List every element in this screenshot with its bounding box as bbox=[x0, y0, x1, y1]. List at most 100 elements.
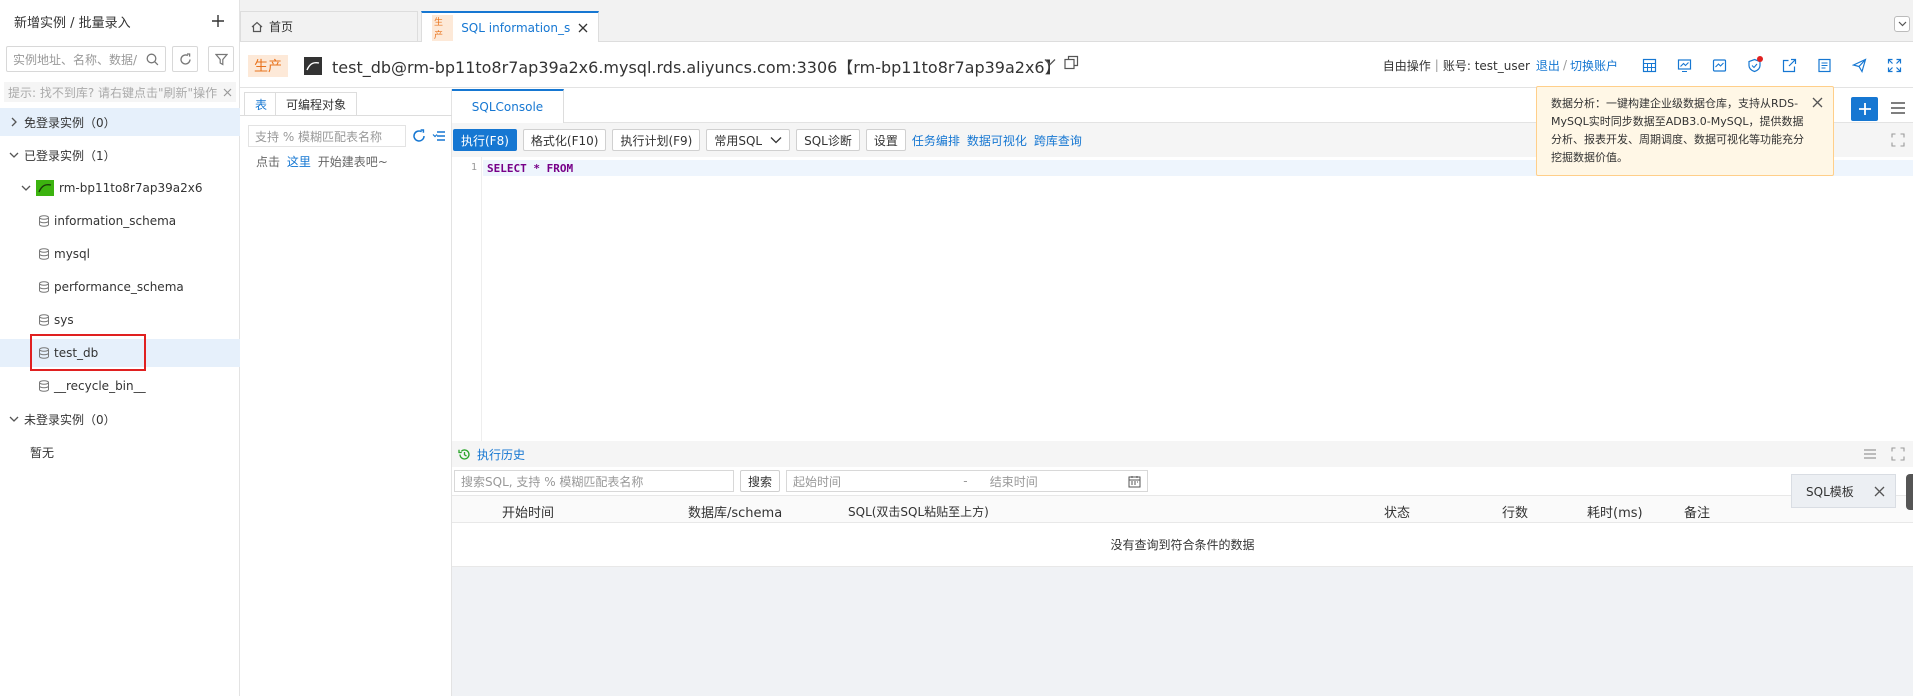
monitor-chart-icon[interactable] bbox=[1675, 56, 1693, 74]
tree-instance[interactable]: rm-bp11to8r7ap39a2x6 bbox=[0, 174, 240, 202]
filter-button[interactable] bbox=[208, 46, 234, 72]
side-drawer-handle[interactable] bbox=[1906, 474, 1913, 510]
db-label: __recycle_bin__ bbox=[54, 379, 146, 393]
tree-db-item[interactable]: sys bbox=[0, 306, 240, 334]
add-console-button[interactable] bbox=[1851, 97, 1878, 121]
tree-group-label: 免登录实例（0） bbox=[24, 115, 116, 130]
divider: / bbox=[1562, 58, 1567, 72]
home-icon bbox=[251, 21, 263, 33]
calculator-icon[interactable] bbox=[1640, 56, 1658, 74]
expand-icon[interactable] bbox=[1891, 447, 1905, 461]
tab-label: SQL information_scl bbox=[461, 20, 570, 35]
data-visualization-link[interactable]: 数据可视化 bbox=[967, 132, 1027, 149]
trend-icon[interactable] bbox=[1710, 56, 1728, 74]
history-icon bbox=[458, 448, 471, 461]
history-filters: 搜索SQL, 支持 % 模糊匹配表名称 搜索 起始时间 - 结束时间 bbox=[452, 467, 1913, 495]
search-icon[interactable] bbox=[146, 53, 159, 66]
table-search-input[interactable]: 支持 % 模糊匹配表名称 bbox=[248, 125, 406, 147]
sql-editor[interactable]: 1 SELECT * FROM bbox=[452, 157, 1913, 441]
common-sql-dropdown[interactable]: 常用SQL bbox=[706, 129, 791, 151]
hint-text: 开始建表吧~ bbox=[317, 155, 388, 169]
close-icon[interactable] bbox=[1874, 486, 1885, 497]
search-placeholder: 支持 % 模糊匹配表名称 bbox=[255, 129, 383, 144]
sql-diagnose-button[interactable]: SQL诊断 bbox=[796, 129, 860, 151]
tree-group-label: 未登录实例（0） bbox=[24, 412, 116, 427]
explain-plan-button[interactable]: 执行计划(F9) bbox=[612, 129, 701, 151]
create-table-link[interactable]: 这里 bbox=[287, 155, 311, 169]
dropdown-label: 常用SQL bbox=[714, 133, 763, 148]
tab-sqlconsole[interactable]: SQLConsole bbox=[452, 89, 564, 123]
history-search-input[interactable]: 搜索SQL, 支持 % 模糊匹配表名称 bbox=[454, 470, 734, 492]
send-icon[interactable] bbox=[1850, 56, 1868, 74]
tree-db-item[interactable]: __recycle_bin__ bbox=[0, 372, 240, 400]
empty-state: 没有查询到符合条件的数据 bbox=[452, 523, 1913, 567]
connection-header: 生产 test_db@rm-bp11to8r7ap39a2x6.mysql.rd… bbox=[240, 42, 1913, 88]
tab-home[interactable]: 首页 bbox=[240, 11, 418, 41]
menu-icon[interactable] bbox=[1890, 100, 1906, 116]
menu-icon[interactable] bbox=[1863, 447, 1877, 461]
tab-sql-console[interactable]: 生产 SQL information_scl bbox=[421, 11, 599, 42]
search-placeholder: 实例地址、名称、数据/ bbox=[13, 52, 138, 67]
settings-button[interactable]: 设置 bbox=[865, 129, 906, 151]
plus-icon[interactable] bbox=[211, 14, 225, 28]
hint-text: 点击 bbox=[256, 155, 281, 169]
tree-db-item[interactable]: performance_schema bbox=[0, 273, 240, 301]
close-icon[interactable] bbox=[578, 23, 588, 33]
cross-db-query-link[interactable]: 跨库查询 bbox=[1034, 132, 1082, 149]
execute-button[interactable]: 执行(F8) bbox=[453, 129, 517, 151]
expand-icon[interactable] bbox=[1891, 133, 1905, 147]
tree-group-free-login[interactable]: 免登录实例（0） bbox=[0, 108, 240, 136]
history-title[interactable]: 执行历史 bbox=[477, 446, 525, 463]
list-filter-icon[interactable] bbox=[432, 129, 446, 143]
security-icon[interactable] bbox=[1745, 56, 1763, 74]
end-time: 结束时间 bbox=[989, 474, 1038, 489]
tab-menu-button[interactable] bbox=[1894, 16, 1910, 32]
export-icon[interactable] bbox=[1780, 56, 1798, 74]
calendar-icon bbox=[1128, 475, 1141, 487]
filter-icon bbox=[214, 53, 228, 66]
db-label: information_schema bbox=[54, 214, 177, 228]
tree-db-item[interactable]: information_schema bbox=[0, 207, 240, 235]
instance-search-area: 实例地址、名称、数据/ bbox=[6, 46, 234, 72]
mysql-instance-icon bbox=[36, 180, 54, 196]
execution-history: 执行历史 搜索SQL, 支持 % 模糊匹配表名称 搜索 起始时间 - 结束时间 … bbox=[452, 441, 1913, 696]
tab-tables[interactable]: 表 bbox=[244, 92, 279, 116]
db-label: mysql bbox=[54, 247, 90, 261]
tree-group-logged[interactable]: 已登录实例（1） bbox=[0, 141, 240, 169]
tree-group-not-logged[interactable]: 未登录实例（0） bbox=[0, 405, 240, 433]
history-search-button[interactable]: 搜索 bbox=[740, 470, 781, 492]
instance-search-input[interactable]: 实例地址、名称、数据/ bbox=[6, 46, 166, 72]
chevron-right-icon bbox=[8, 116, 20, 128]
chevron-down-icon bbox=[1898, 21, 1906, 27]
date-range-picker[interactable]: 起始时间 - 结束时间 bbox=[786, 470, 1149, 492]
logout-link[interactable]: 退出 bbox=[1536, 57, 1560, 74]
document-icon[interactable] bbox=[1815, 56, 1833, 74]
tab-programmable-objects[interactable]: 可编程对象 bbox=[275, 92, 358, 116]
refresh-button[interactable] bbox=[172, 46, 198, 72]
fullscreen-icon[interactable] bbox=[1885, 56, 1903, 74]
connection-info[interactable]: test_db@rm-bp11to8r7ap39a2x6.mysql.rds.a… bbox=[304, 54, 1061, 78]
chevron-down-icon bbox=[8, 149, 20, 161]
format-button[interactable]: 格式化(F10) bbox=[522, 129, 607, 151]
object-panel: 表 可编程对象 支持 % 模糊匹配表名称 点击 这里 开始建表吧~ bbox=[240, 89, 452, 696]
refresh-icon bbox=[179, 52, 191, 65]
sql-template-panel[interactable]: SQL模板 bbox=[1791, 474, 1896, 508]
database-icon bbox=[38, 248, 50, 260]
env-badge: 生产 bbox=[248, 55, 288, 77]
add-instance-link[interactable]: 新增实例 / 批量录入 bbox=[14, 12, 131, 31]
database-icon bbox=[38, 314, 50, 326]
copy-icon[interactable] bbox=[1064, 55, 1079, 70]
instance-label: rm-bp11to8r7ap39a2x6 bbox=[59, 181, 203, 195]
tree-db-item[interactable]: mysql bbox=[0, 240, 240, 268]
switch-account-link[interactable]: 切换账户 bbox=[1570, 57, 1618, 74]
chevron-down-icon bbox=[770, 137, 782, 144]
database-icon bbox=[38, 215, 50, 227]
close-icon[interactable] bbox=[1812, 97, 1823, 108]
search-placeholder: 搜索SQL, 支持 % 模糊匹配表名称 bbox=[461, 474, 644, 489]
promo-popup: 数据分析：一键构建企业级数据仓库，支持从RDS-MySQL实时同步数据至ADB3… bbox=[1536, 86, 1834, 176]
tip-text: 提示: 找不到库? 请右键点击"刷新"操作 bbox=[8, 85, 218, 100]
task-orchestration-link[interactable]: 任务编排 bbox=[912, 132, 960, 149]
close-icon[interactable] bbox=[223, 88, 232, 97]
chevron-down-icon[interactable] bbox=[1044, 58, 1056, 66]
refresh-icon[interactable] bbox=[412, 129, 426, 143]
